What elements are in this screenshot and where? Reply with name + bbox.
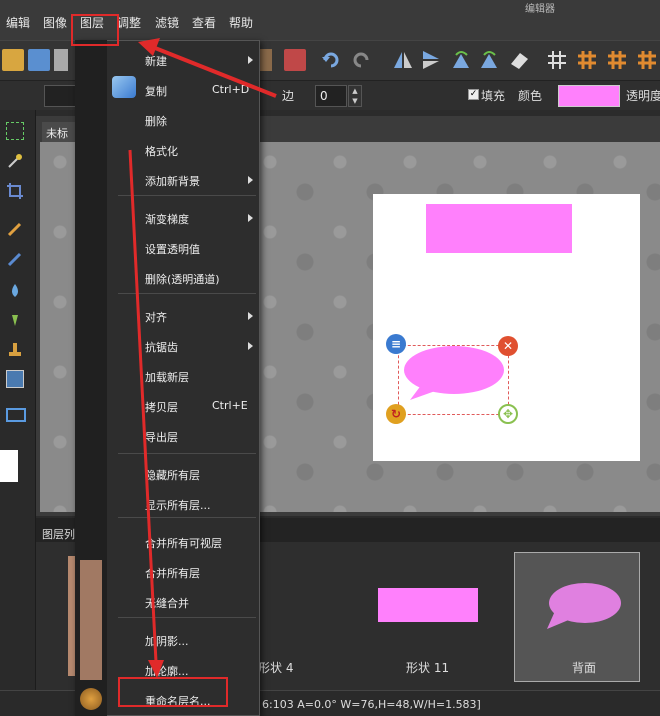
blurred-strip <box>80 560 102 680</box>
flip-vertical-icon[interactable] <box>420 49 442 71</box>
layer-thumb-label: 形状 11 <box>406 661 450 675</box>
spray-icon[interactable] <box>6 310 24 328</box>
layer-menu-item[interactable]: 加载新层 <box>145 369 189 385</box>
font-select[interactable] <box>44 85 76 107</box>
edge-stepper[interactable]: ▲ ▼ <box>348 85 362 107</box>
flip-horizontal-icon[interactable] <box>392 49 414 71</box>
layer-menu-item[interactable]: 合并所有层 <box>145 565 200 581</box>
layer-menu-item[interactable]: 添加新背景 <box>145 173 200 189</box>
stamp-icon[interactable] <box>6 340 24 358</box>
fill-bucket-icon[interactable] <box>6 282 24 300</box>
open-folder-icon[interactable] <box>2 49 24 71</box>
layer-menu-shortcut: Ctrl+D <box>212 83 250 96</box>
submenu-arrow-icon <box>248 214 253 222</box>
magic-wand-icon[interactable] <box>6 152 24 170</box>
menu-separator <box>118 517 256 518</box>
menu-separator <box>118 293 256 294</box>
layer-menu-item[interactable]: 渐变梯度 <box>145 211 189 227</box>
image-icon[interactable] <box>6 370 24 388</box>
annotation-rename-box <box>118 677 228 707</box>
submenu-arrow-icon <box>248 312 253 320</box>
layer-menu-item[interactable]: 对齐 <box>145 309 167 325</box>
menu-separator <box>118 617 256 618</box>
layer-thumb-label: 形状 4 <box>258 661 294 675</box>
color-label: 颜色 <box>518 89 543 103</box>
layer-menu-item[interactable]: 格式化 <box>145 143 178 159</box>
marquee-select-icon[interactable] <box>6 122 24 140</box>
layer-menu-item[interactable]: 加阴影... <box>145 633 189 649</box>
edge-input[interactable]: 0 <box>315 85 347 107</box>
app-title: 编辑器 <box>525 4 555 15</box>
layer-menu-item[interactable]: 拷贝层 <box>145 399 178 415</box>
layer-menu-item[interactable]: 无缝合并 <box>145 595 189 611</box>
gear-icon <box>80 688 102 710</box>
rotate-right-icon[interactable] <box>478 49 500 71</box>
menu-help[interactable]: 帮助 <box>229 14 253 31</box>
selection-box <box>398 345 509 415</box>
save-icon[interactable] <box>28 49 50 71</box>
rotate-handle-icon[interactable]: ↻ <box>386 404 406 424</box>
grid-icon[interactable] <box>546 49 568 71</box>
layer-menu-item[interactable]: 显示所有层... <box>145 497 211 513</box>
save-as-icon[interactable] <box>54 49 68 71</box>
hash-grid-alt-icon[interactable] <box>606 49 628 71</box>
submenu-arrow-icon <box>248 342 253 350</box>
fill-checkbox[interactable]: ✓ <box>468 89 479 100</box>
layer-menu-item[interactable]: 设置透明值 <box>145 241 200 257</box>
menu-separator <box>118 453 256 454</box>
menu-image[interactable]: 图像 <box>43 14 67 31</box>
layer-thumb-label: 背面 <box>572 661 597 675</box>
menu-adjust[interactable]: 调整 <box>117 14 141 31</box>
rotate-left-icon[interactable] <box>450 49 472 71</box>
layer-menu-item[interactable]: 合并所有可视层 <box>145 535 222 551</box>
layer-menu-item[interactable]: 导出层 <box>145 429 178 445</box>
tool-palette <box>0 110 36 716</box>
pink-rectangle-shape[interactable] <box>426 204 572 253</box>
menu-edit[interactable]: 编辑 <box>6 14 30 31</box>
annotation-layer-menu-box <box>71 14 119 46</box>
duplicate-icon <box>112 76 136 98</box>
layer-menu-item[interactable]: 隐藏所有层 <box>145 467 200 483</box>
brush-icon[interactable] <box>6 250 24 268</box>
fill-label: 填充 <box>481 89 506 103</box>
submenu-arrow-icon <box>248 56 253 64</box>
menu-view[interactable]: 查看 <box>192 14 216 31</box>
layers-panel-title: 图层列 <box>42 528 75 541</box>
submenu-arrow-icon <box>248 176 253 184</box>
status-text: 6:103 A=0.0° W=76,H=48,W/H=1.583] <box>262 698 481 711</box>
layer-tool-icon[interactable] <box>258 49 272 71</box>
close-handle-icon[interactable]: ✕ <box>498 336 518 356</box>
layer-thumb-shape-11-preview[interactable] <box>378 588 478 622</box>
layer-menu-item[interactable]: 新建 <box>145 53 167 69</box>
delete-icon[interactable] <box>284 49 306 71</box>
layer-menu-shortcut: Ctrl+E <box>212 399 248 412</box>
edge-label: 边 <box>282 89 295 103</box>
hash-grid-extra-icon[interactable] <box>636 49 658 71</box>
menu-separator <box>118 195 256 196</box>
undo-icon[interactable] <box>320 49 342 71</box>
rectangle-shape-icon[interactable] <box>6 408 26 422</box>
layer-menu-item[interactable]: 复制 <box>145 83 167 99</box>
layer-menu-item[interactable]: 抗锯齿 <box>145 339 178 355</box>
resize-handle-icon[interactable]: ✥ <box>498 404 518 424</box>
crop-icon[interactable] <box>6 182 24 200</box>
pencil-icon[interactable] <box>6 220 24 238</box>
primary-color-swatch[interactable] <box>0 450 18 482</box>
menu-handle-icon[interactable]: ≡ <box>386 334 406 354</box>
opacity-label: 透明度 <box>626 89 660 103</box>
layer-menu-item[interactable]: 删除(透明通道) <box>145 271 220 287</box>
menu-filter[interactable]: 滤镜 <box>155 14 179 31</box>
layer-menu-item[interactable]: 删除 <box>145 113 167 129</box>
color-swatch[interactable] <box>558 85 620 107</box>
redo-icon[interactable] <box>350 49 372 71</box>
transform-icon[interactable] <box>508 49 530 71</box>
hash-grid-icon[interactable] <box>576 49 598 71</box>
